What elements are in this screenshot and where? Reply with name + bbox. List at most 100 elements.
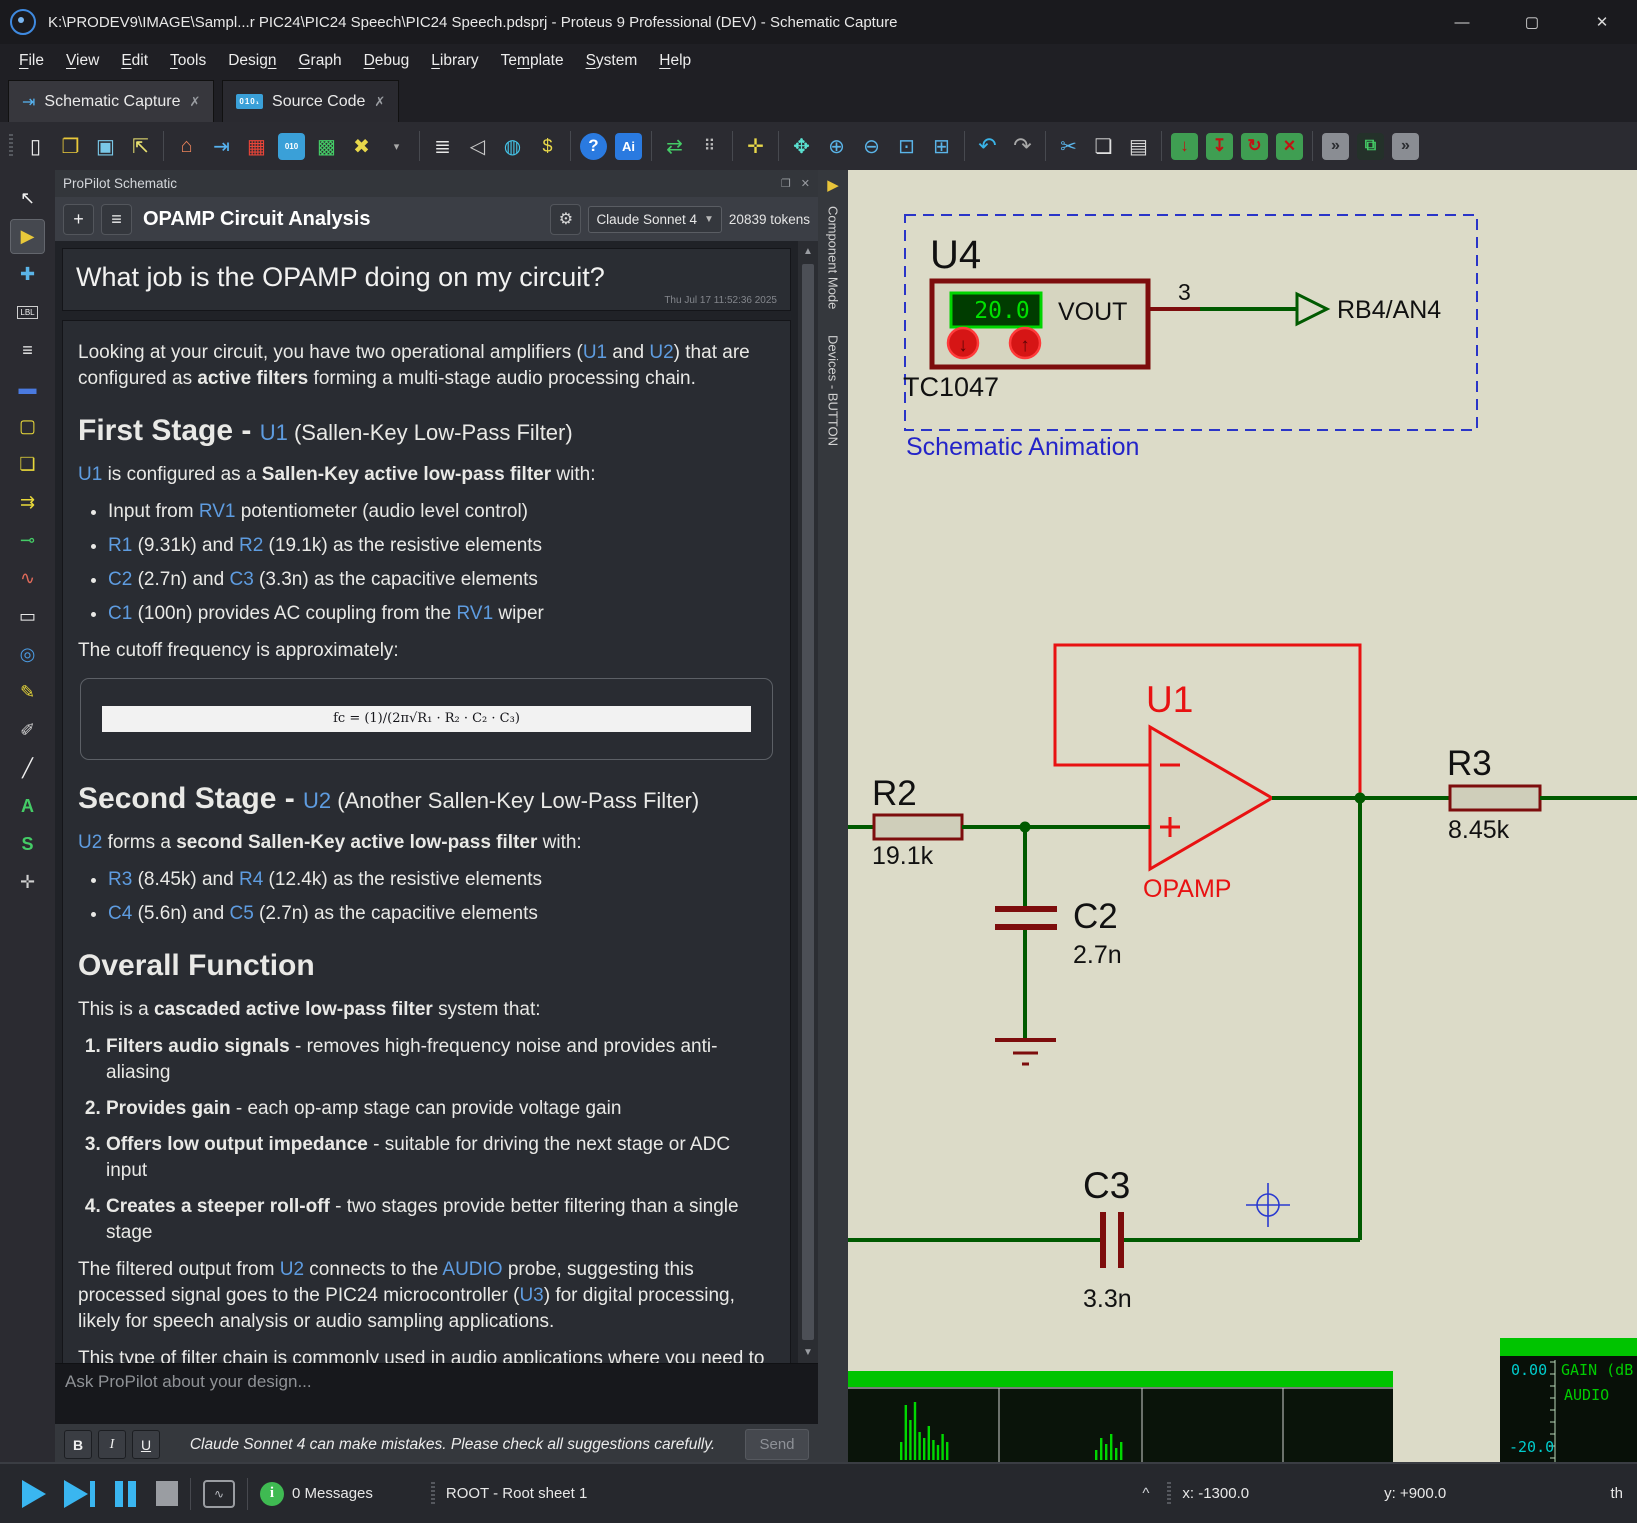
inline-ref-link[interactable]: R4 [239,869,263,890]
menu-debug[interactable]: Debug [353,48,421,74]
zoom-in-icon[interactable]: ⊕ [819,129,854,164]
model-select[interactable]: Claude Sonnet 4 ▼ [588,206,721,233]
inline-ref-link[interactable]: R2 [239,535,263,556]
2d-line-icon[interactable]: ╱ [11,752,44,785]
new-chat-button[interactable]: + [63,204,94,235]
statusbar-caret[interactable]: ^ [1142,1485,1149,1502]
menu-file[interactable]: File [8,48,55,74]
vertical-tab-component-mode[interactable]: Component Mode [826,206,841,309]
inline-ref-link[interactable]: R1 [108,535,132,556]
spectrum-graph-window[interactable] [848,1371,1393,1462]
save-project-icon[interactable]: ▣ [88,129,123,164]
web-search-icon[interactable]: ◍ [495,129,530,164]
inline-ref-link[interactable]: RV1 [457,603,494,624]
scroll-down-icon[interactable]: ▼ [803,1342,813,1363]
italic-button[interactable]: I [98,1430,126,1459]
text-script-icon[interactable]: ≡ [11,334,44,367]
schematic-canvas[interactable]: U4 20.0 VOUT ↓ ↑ 3 [848,170,1637,1462]
tab-pin-icon[interactable]: ✗ [374,94,385,110]
minimize-button[interactable]: — [1427,0,1497,44]
chat-menu-button[interactable]: ≡ [101,204,132,235]
paste-icon[interactable]: ▤ [1121,129,1156,164]
menu-system[interactable]: System [575,48,649,74]
tab-schematic-capture[interactable]: ⇥ Schematic Capture ✗ [8,80,214,122]
close-panel-icon[interactable]: ✕ [801,177,810,190]
2d-symbol-icon[interactable]: S [11,828,44,861]
bold-button[interactable]: B [64,1430,92,1459]
port-tool-icon[interactable]: ⇉ [11,486,44,519]
new-project-icon[interactable]: ▯ [18,129,53,164]
2d-marker-icon[interactable]: ✛ [11,866,44,899]
device-pin-icon[interactable]: ❏ [11,448,44,481]
message-info-icon[interactable]: i [260,1482,284,1506]
inline-ref-link[interactable]: U2 [78,832,102,853]
toggle-grid-icon[interactable]: ⠿ [692,129,727,164]
scrollbar-thumb[interactable] [802,264,814,1340]
graph-mode-icon[interactable]: ∿ [11,562,44,595]
send-button[interactable]: Send [745,1429,809,1460]
maximize-button[interactable]: ▢ [1497,0,1567,44]
redo-icon[interactable]: ↷ [1005,129,1040,164]
graph-titlebar[interactable] [1500,1338,1637,1356]
inline-ref-link[interactable]: U1 [583,342,607,363]
temp-down-button[interactable]: ↓ [948,328,978,358]
bus-tool-icon[interactable]: ▬ [11,372,44,405]
inline-ref-link[interactable]: U2 [280,1259,304,1280]
origin-marker-icon[interactable]: ✛ [738,129,773,164]
float-panel-icon[interactable]: ❐ [781,177,791,190]
wire-label-icon[interactable]: LBL [11,296,44,329]
stop-button[interactable] [156,1481,178,1506]
inline-ref-link[interactable]: U2 [649,342,673,363]
component-mode-icon[interactable]: ▶ [11,220,44,253]
help-icon[interactable]: ? [580,133,607,160]
zoom-sheet-icon[interactable]: ⊞ [924,129,959,164]
inline-ref-link[interactable]: U3 [519,1285,543,1306]
tab-pin-icon[interactable]: ✗ [189,94,200,110]
source-code-icon[interactable]: 010 [278,133,305,160]
pause-button[interactable] [115,1481,136,1507]
tab-source-code[interactable]: 010₁ Source Code ✗ [222,80,399,122]
open-project-icon[interactable]: ❐ [53,129,88,164]
inline-ref-link[interactable]: C5 [229,903,253,924]
terminal-mode-icon[interactable]: ⊸ [11,524,44,557]
close-button[interactable]: ✕ [1567,0,1637,44]
home-page-icon[interactable]: ⌂ [169,129,204,164]
graph-titlebar[interactable] [848,1371,1393,1387]
gear-icon[interactable]: ⚙ [550,204,581,235]
simulation-log-icon[interactable]: ∿ [203,1480,235,1508]
move-to-sheet-icon[interactable]: ↧ [1206,133,1233,160]
menu-help[interactable]: Help [648,48,702,74]
zoom-out-icon[interactable]: ⊖ [854,129,889,164]
chat-scroll-area[interactable]: What job is the OPAMP doing on my circui… [55,241,818,1363]
inline-ref-link[interactable]: C3 [229,569,253,590]
root-sheet-label[interactable]: ROOT - Root sheet 1 [446,1485,587,1502]
junction-dot-icon[interactable]: ✚ [11,258,44,291]
chat-scrollbar[interactable]: ▲ ▼ [798,241,818,1363]
pcb-layout-icon[interactable]: ▦ [239,129,274,164]
tape-recorder-icon[interactable]: ▭ [11,600,44,633]
zoom-extents-icon[interactable]: ✖ [344,129,379,164]
pan-tool-icon[interactable]: ✥ [784,129,819,164]
delete-selection-icon[interactable]: × [1276,133,1303,160]
generator-mode-icon[interactable]: ◎ [11,638,44,671]
inline-ref-link[interactable]: C2 [108,569,132,590]
underline-button[interactable]: U [132,1430,160,1459]
step-button[interactable] [64,1480,95,1508]
inline-ref-link[interactable]: C1 [108,603,132,624]
refresh-netlist-icon[interactable]: ⇄ [657,129,692,164]
import-project-icon[interactable]: ⇱ [123,129,158,164]
more-tools-overflow-icon[interactable]: » [1392,133,1419,160]
inline-ref-link[interactable]: C4 [108,903,132,924]
gain-graph-window[interactable]: 0.00 GAIN (dB AUDIO -20.0 [1500,1338,1637,1462]
zoom-area-icon[interactable]: ⊡ [889,129,924,164]
bill-of-materials-icon[interactable]: $ [530,129,565,164]
inline-ref-link[interactable]: U2 [303,788,331,813]
play-button[interactable] [22,1480,46,1508]
undo-icon[interactable]: ↶ [970,129,1005,164]
inline-ref-link[interactable]: RV1 [199,501,236,522]
copy-to-sheet-icon[interactable]: ↓ [1171,133,1198,160]
current-probe-icon[interactable]: ✐ [11,714,44,747]
menu-tools[interactable]: Tools [159,48,217,74]
menu-edit[interactable]: Edit [110,48,159,74]
schematic-pcb-link-icon[interactable]: ⧉ [1357,133,1384,160]
